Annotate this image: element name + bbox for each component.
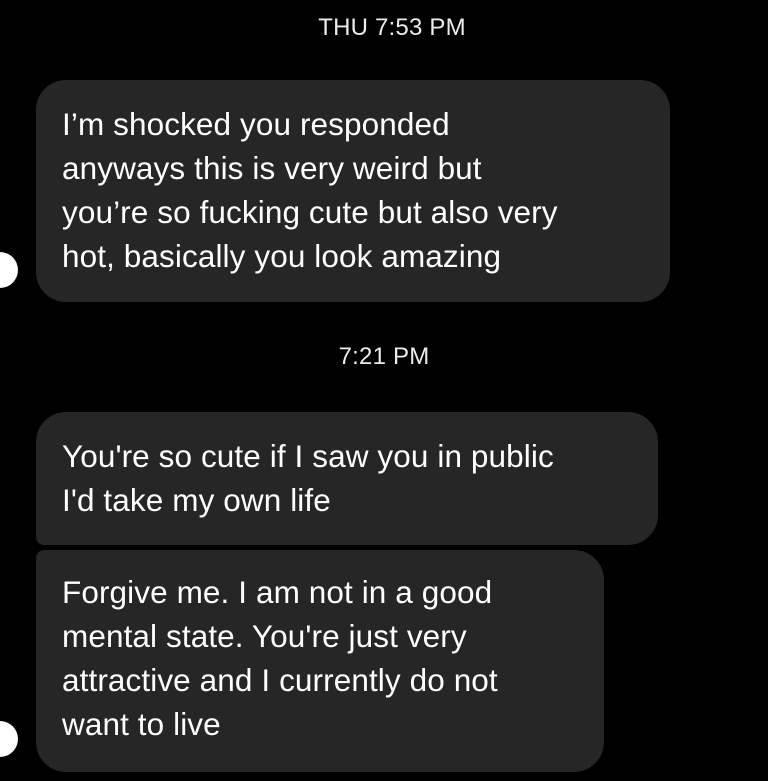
- timestamp-thu-753pm: THU 7:53 PM: [318, 14, 466, 41]
- sender-avatar[interactable]: [0, 721, 18, 757]
- sender-avatar[interactable]: [0, 252, 18, 288]
- message-bubble[interactable]: Forgive me. I am not in a good mental st…: [36, 550, 604, 772]
- message-bubble[interactable]: I’m shocked you responded anyways this i…: [36, 80, 670, 302]
- message-bubble[interactable]: You're so cute if I saw you in public I'…: [36, 412, 658, 545]
- timestamp-721pm: 7:21 PM: [338, 343, 430, 370]
